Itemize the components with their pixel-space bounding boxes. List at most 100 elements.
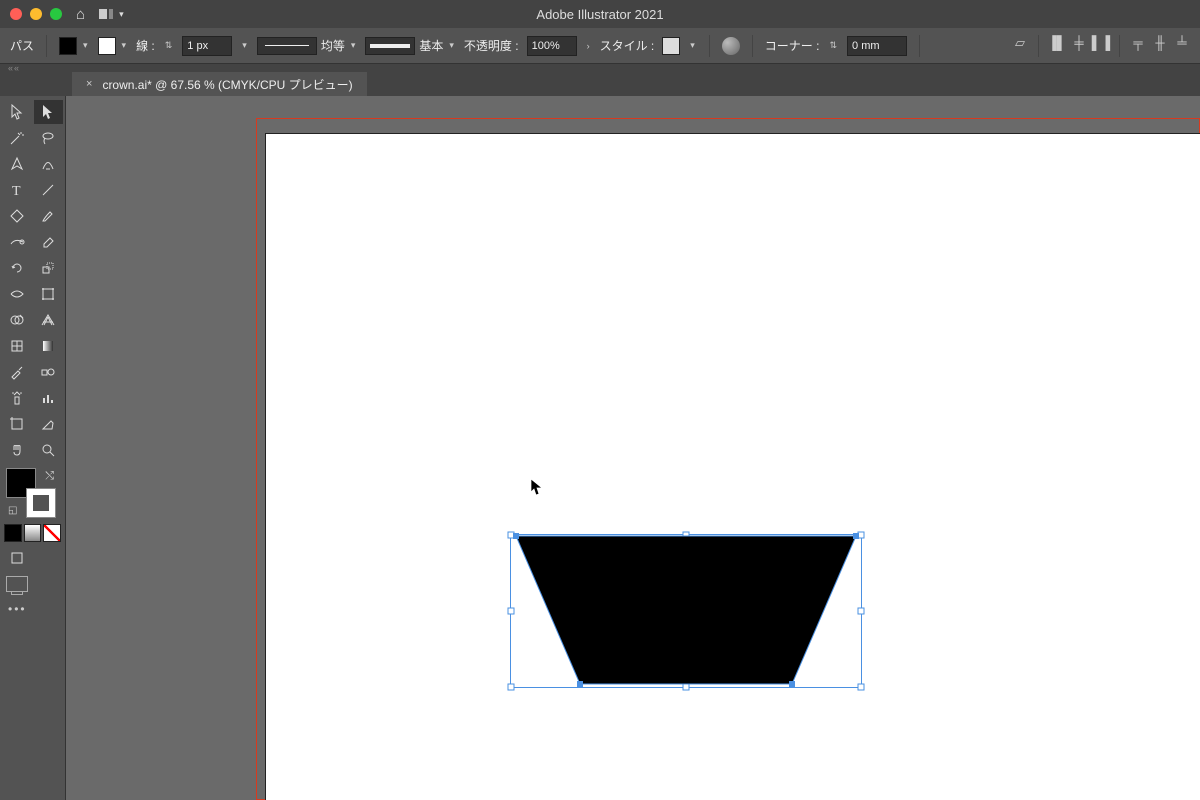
style-label: スタイル : xyxy=(600,37,655,54)
type-tool[interactable]: T xyxy=(2,178,32,202)
edit-toolbar-icon[interactable]: ••• xyxy=(0,596,65,622)
zoom-tool[interactable] xyxy=(34,438,64,462)
toolbox: T xyxy=(0,96,66,800)
document-tab[interactable]: × crown.ai* @ 67.56 % (CMYK/CPU プレビュー) xyxy=(72,72,367,96)
direct-selection-tool[interactable] xyxy=(34,100,64,124)
column-graph-tool[interactable] xyxy=(34,386,64,410)
window-close-button[interactable] xyxy=(10,8,22,20)
color-mode-row xyxy=(0,522,65,544)
anchor-point[interactable] xyxy=(577,681,583,687)
document-tab-title: crown.ai* @ 67.56 % (CMYK/CPU プレビュー) xyxy=(102,76,352,93)
stepper-icon[interactable]: ⇅ xyxy=(165,40,173,51)
eyedropper-tool[interactable] xyxy=(2,360,32,384)
opacity-input[interactable] xyxy=(527,36,577,56)
chevron-down-icon[interactable]: ▾ xyxy=(690,40,695,51)
chevron-right-icon[interactable]: › xyxy=(587,41,590,51)
panel-handle[interactable]: «« xyxy=(0,64,1200,72)
selection-type-label: パス xyxy=(10,37,34,54)
home-icon[interactable]: ⌂ xyxy=(76,6,85,23)
workspace-layout-menu[interactable]: ▾ xyxy=(99,9,124,20)
svg-text:T: T xyxy=(12,184,21,198)
stepper-icon[interactable]: ⇅ xyxy=(829,40,837,51)
rotate-tool[interactable] xyxy=(2,256,32,280)
line-tool[interactable] xyxy=(34,178,64,202)
perspective-grid-tool[interactable] xyxy=(34,308,64,332)
shape-builder-tool[interactable] xyxy=(2,308,32,332)
color-mode-solid[interactable] xyxy=(4,524,22,542)
chevron-down-icon[interactable]: ▾ xyxy=(122,40,127,51)
symbol-sprayer-tool[interactable] xyxy=(2,386,32,410)
corner-radius-input[interactable] xyxy=(847,36,907,56)
scale-tool[interactable] xyxy=(34,256,64,280)
draw-mode-normal[interactable] xyxy=(2,546,32,570)
document-tab-bar: × crown.ai* @ 67.56 % (CMYK/CPU プレビュー) xyxy=(0,72,1200,96)
align-center-h-icon[interactable]: ╪ xyxy=(1071,35,1087,51)
artboard-tool[interactable] xyxy=(2,412,32,436)
eraser-tool[interactable] xyxy=(34,230,64,254)
window-minimize-button[interactable] xyxy=(30,8,42,20)
paintbrush-tool[interactable] xyxy=(34,204,64,228)
fill-swatch[interactable] xyxy=(59,37,77,55)
shaper-tool[interactable] xyxy=(2,230,32,254)
hand-tool[interactable] xyxy=(2,438,32,462)
gradient-tool[interactable] xyxy=(34,334,64,358)
align-bottom-icon[interactable]: ╧ xyxy=(1174,35,1190,51)
stroke-swatch-group[interactable]: ▾ xyxy=(98,37,129,55)
screen-mode-icon[interactable] xyxy=(6,576,28,592)
brush-group[interactable]: 基本 ▾ xyxy=(365,37,456,55)
stroke-width-input[interactable] xyxy=(182,36,232,56)
free-transform-tool[interactable] xyxy=(34,282,64,306)
canvas[interactable] xyxy=(66,96,1200,800)
opacity-label: 不透明度 : xyxy=(464,37,519,54)
chevron-down-icon[interactable]: ▾ xyxy=(351,40,356,51)
corner-label: コーナー : xyxy=(765,37,820,54)
recolor-artwork-icon[interactable] xyxy=(722,37,740,55)
mesh-tool[interactable] xyxy=(2,334,32,358)
stroke-label: 線 : xyxy=(136,37,155,54)
stroke-swatch[interactable] xyxy=(98,37,116,55)
rectangle-tool[interactable] xyxy=(2,204,32,228)
close-tab-icon[interactable]: × xyxy=(86,78,92,90)
cursor-icon xyxy=(530,478,544,499)
isolate-icon[interactable]: ▱ xyxy=(1012,35,1028,51)
default-fill-stroke-icon[interactable]: ◱ xyxy=(8,505,17,516)
control-bar: パス ▾ ▾ 線 : ⇅ ▾ 均等 ▾ 基本 ▾ 不透明度 : › スタイル :… xyxy=(0,28,1200,64)
lasso-tool[interactable] xyxy=(34,126,64,150)
anchor-point[interactable] xyxy=(513,533,519,539)
color-mode-none[interactable] xyxy=(43,524,61,542)
anchor-point[interactable] xyxy=(789,681,795,687)
pen-tool[interactable] xyxy=(2,152,32,176)
chevron-down-icon[interactable]: ▾ xyxy=(242,40,247,51)
selected-path[interactable] xyxy=(510,534,862,688)
align-left-icon[interactable]: ▐▌ xyxy=(1049,35,1065,51)
title-bar: ⌂ ▾ Adobe Illustrator 2021 xyxy=(0,0,1200,28)
graphic-style-swatch[interactable] xyxy=(662,37,680,55)
magic-wand-tool[interactable] xyxy=(2,126,32,150)
main-area: T xyxy=(0,96,1200,800)
stroke-indicator[interactable] xyxy=(26,488,56,518)
fill-stroke-indicator[interactable]: ⤭ ◱ xyxy=(6,468,56,518)
anchor-point[interactable] xyxy=(853,533,859,539)
artboard[interactable] xyxy=(266,134,1200,800)
align-right-icon[interactable]: ▌▐ xyxy=(1093,35,1109,51)
selection-tool[interactable] xyxy=(2,100,32,124)
app-title: Adobe Illustrator 2021 xyxy=(536,7,663,22)
align-top-icon[interactable]: ╤ xyxy=(1130,35,1146,51)
curvature-tool[interactable] xyxy=(34,152,64,176)
chevron-down-icon[interactable]: ▾ xyxy=(449,40,454,51)
fill-swatch-group[interactable]: ▾ xyxy=(59,37,90,55)
chevron-down-icon[interactable]: ▾ xyxy=(83,40,88,51)
align-tools: ▱ ▐▌ ╪ ▌▐ ╤ ╫ ╧ xyxy=(1012,35,1190,57)
stroke-profile-group[interactable]: 均等 ▾ xyxy=(257,37,358,55)
slice-tool[interactable] xyxy=(34,412,64,436)
brush-label: 基本 xyxy=(419,37,443,54)
brush-preview xyxy=(365,37,415,55)
blend-tool[interactable] xyxy=(34,360,64,384)
swap-fill-stroke-icon[interactable]: ⤭ xyxy=(45,470,54,483)
window-controls xyxy=(10,8,62,20)
color-mode-gradient[interactable] xyxy=(24,524,42,542)
width-tool[interactable] xyxy=(2,282,32,306)
align-center-v-icon[interactable]: ╫ xyxy=(1152,35,1168,51)
stroke-profile-label: 均等 xyxy=(321,37,345,54)
window-maximize-button[interactable] xyxy=(50,8,62,20)
